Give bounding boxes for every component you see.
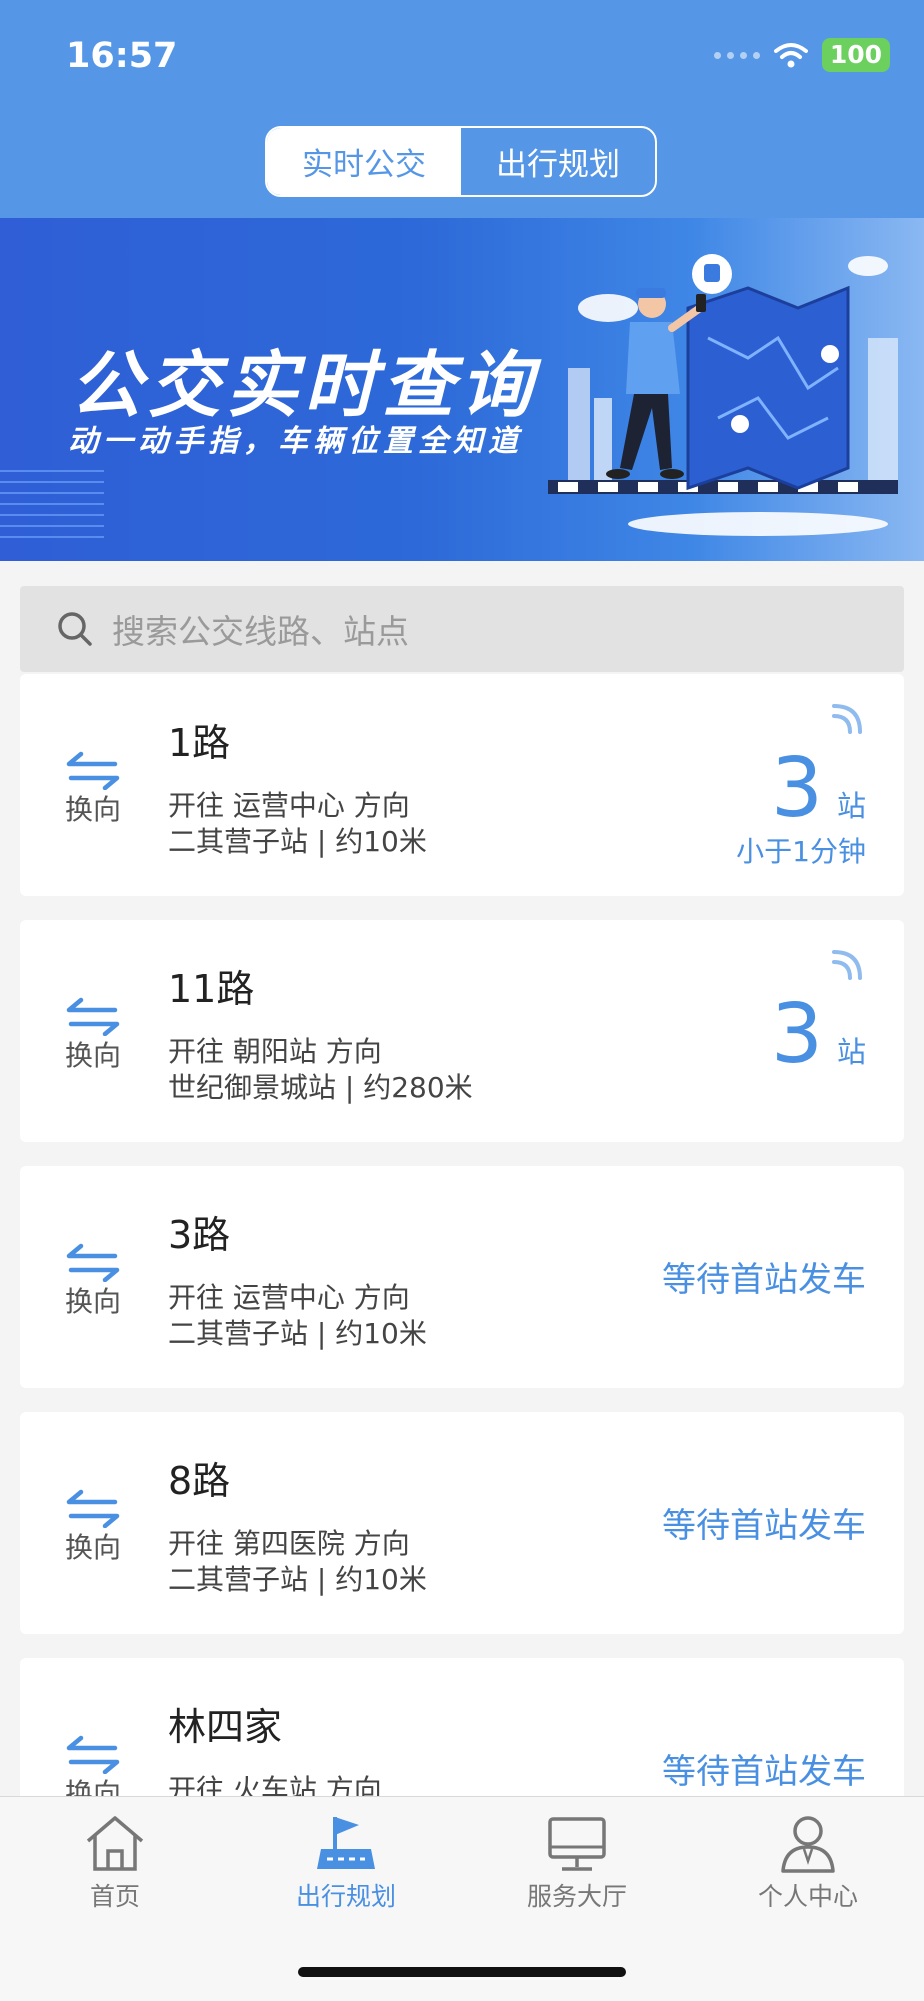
arrival-info: 3站 小于1分钟 [736, 748, 866, 870]
stops-away: 3 [770, 987, 823, 1082]
route-card[interactable]: 换向 8路 开往 第四医院 方向 二其营子站 | 约10米 等待首站发车 [20, 1412, 904, 1634]
stops-unit: 站 [836, 1035, 866, 1069]
swap-label: 换向 [64, 1285, 121, 1318]
header: 16:57 100 实时公交 出行规划 [0, 0, 924, 218]
route-direction: 开往 运营中心 方向 [168, 1281, 410, 1314]
route-card[interactable]: 换向 11路 开往 朝阳站 方向 世纪御景城站 | 约280米 3站 [20, 920, 904, 1142]
route-stop: 二其营子站 | 约10米 [168, 825, 427, 858]
swap-direction-button[interactable]: 换向 [64, 1488, 122, 1566]
swap-arrows-icon [66, 1489, 120, 1528]
swap-arrows-icon [66, 751, 120, 790]
search-placeholder: 搜索公交线路、站点 [112, 612, 409, 651]
status-indicators: 100 [713, 38, 890, 72]
tab-trip-plan[interactable]: 出行规划 [246, 1813, 446, 1913]
waiting-status: 等待首站发车 [662, 1752, 866, 1792]
route-name: 3路 [168, 1213, 231, 1257]
tab-label: 首页 [89, 1882, 140, 1911]
swap-direction-button[interactable]: 换向 [64, 1242, 122, 1320]
home-icon [86, 1816, 144, 1871]
swap-direction-button[interactable]: 换向 [64, 750, 122, 828]
arrival-info: 3站 [771, 994, 866, 1076]
route-name: 1路 [168, 721, 231, 765]
banner-illustration [548, 254, 898, 536]
user-icon [781, 1816, 835, 1873]
banner-decoration [0, 470, 104, 547]
eta: 小于1分钟 [736, 835, 866, 868]
stops-away: 3 [770, 741, 823, 836]
route-name: 11路 [168, 967, 255, 1011]
cellular-signal-icon [713, 51, 760, 59]
swap-arrows-icon [66, 1243, 120, 1282]
route-stop: 二其营子站 | 约10米 [168, 1317, 427, 1350]
tab-service-hall[interactable]: 服务大厅 [477, 1813, 677, 1913]
stops-unit: 站 [836, 789, 866, 823]
route-name: 8路 [168, 1459, 231, 1503]
route-direction: 开往 第四医院 方向 [168, 1527, 410, 1560]
tab-label: 个人中心 [757, 1882, 858, 1911]
tab-home[interactable]: 首页 [15, 1813, 215, 1913]
swap-label: 换向 [64, 1039, 121, 1072]
status-time: 16:57 [66, 36, 178, 76]
swap-arrows-icon [66, 997, 120, 1036]
monitor-icon [548, 1817, 606, 1871]
route-card[interactable]: 换向 3路 开往 运营中心 方向 二其营子站 | 约10米 等待首站发车 [20, 1166, 904, 1388]
realtime-signal-icon [832, 704, 862, 734]
battery-indicator: 100 [821, 38, 890, 72]
swap-label: 换向 [64, 793, 121, 826]
route-name: 林四家 [168, 1705, 283, 1749]
tab-realtime-bus[interactable]: 实时公交 [267, 128, 461, 195]
route-direction: 开往 运营中心 方向 [168, 789, 410, 822]
banner-subtitle: 动一动手指，车辆位置全知道 [68, 424, 523, 459]
tab-label: 服务大厅 [526, 1882, 627, 1911]
home-indicator [298, 1967, 626, 1977]
waiting-status: 等待首站发车 [662, 1260, 866, 1300]
route-card[interactable]: 换向 1路 开往 运营中心 方向 二其营子站 | 约10米 3站 小于1分钟 [20, 674, 904, 896]
flag-map-icon [317, 1817, 375, 1869]
tab-trip-planning[interactable]: 出行规划 [461, 128, 655, 195]
realtime-signal-icon [832, 950, 862, 980]
route-direction: 开往 朝阳站 方向 [168, 1035, 382, 1068]
swap-label: 换向 [64, 1531, 121, 1564]
segmented-control: 实时公交 出行规划 [265, 126, 657, 197]
wifi-icon [773, 43, 808, 68]
waiting-status: 等待首站发车 [662, 1506, 866, 1546]
search-bar[interactable]: 搜索公交线路、站点 [20, 586, 904, 672]
route-stop: 世纪御景城站 | 约280米 [168, 1071, 473, 1104]
tab-label: 出行规划 [295, 1882, 396, 1911]
tab-profile[interactable]: 个人中心 [708, 1813, 908, 1913]
swap-arrows-icon [66, 1735, 120, 1774]
search-icon [58, 612, 92, 646]
swap-direction-button[interactable]: 换向 [64, 996, 122, 1074]
promo-banner[interactable]: 公交实时查询 动一动手指，车辆位置全知道 [0, 218, 924, 561]
route-stop: 二其营子站 | 约10米 [168, 1563, 427, 1596]
